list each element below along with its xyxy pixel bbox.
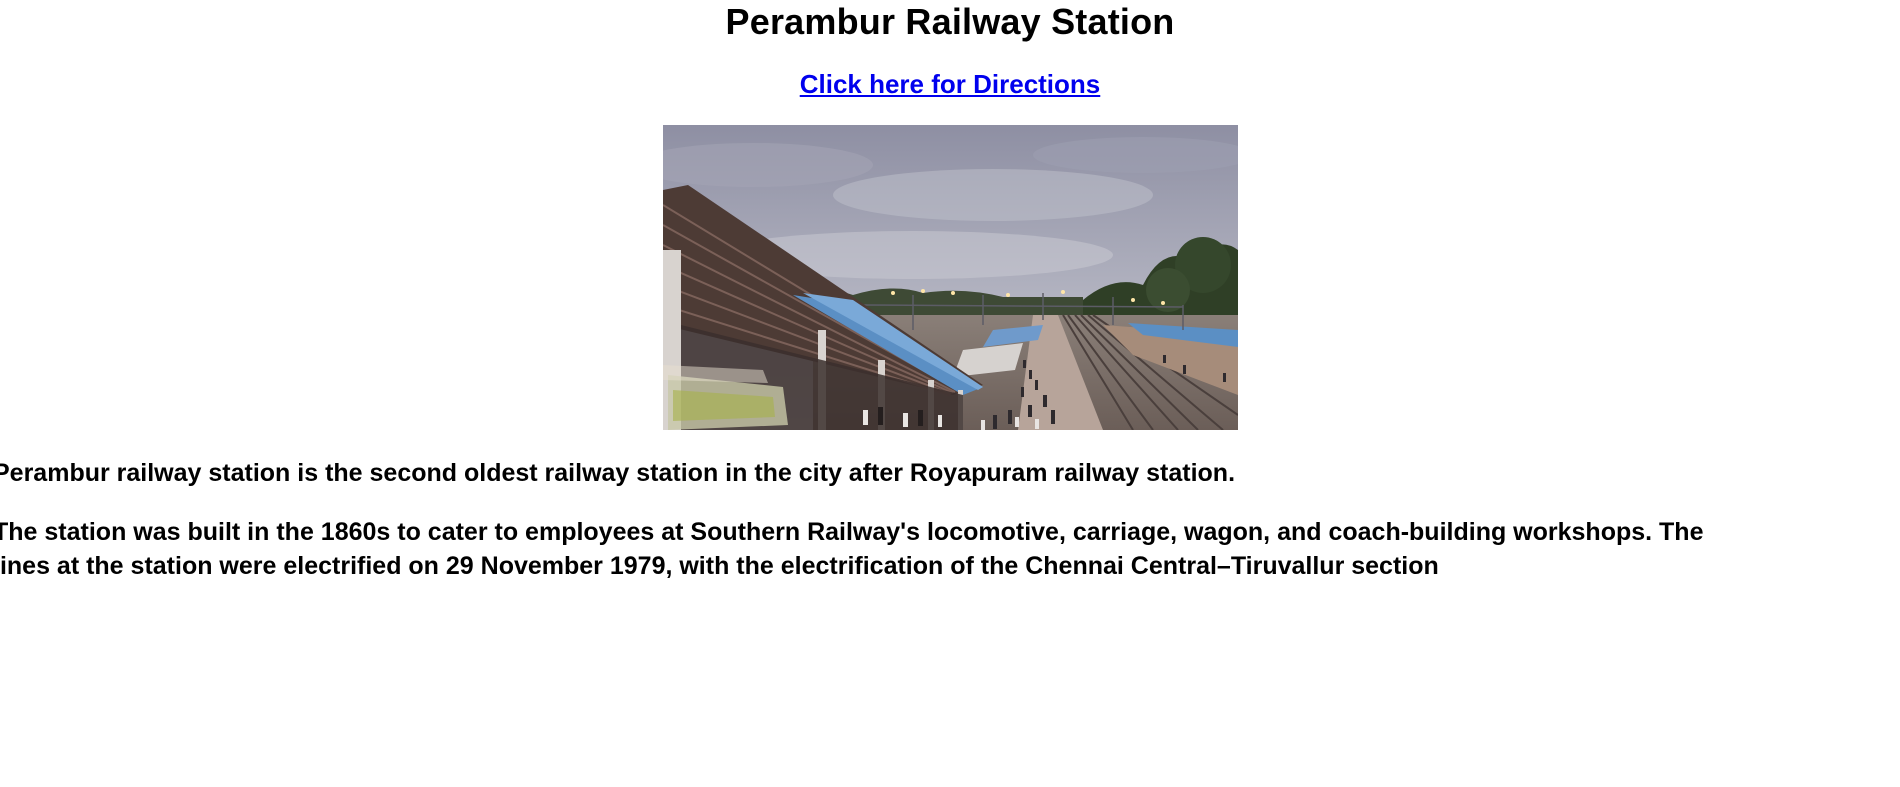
intro-paragraph: Perambur railway station is the second o… bbox=[0, 459, 1236, 487]
directions-link[interactable]: Click here for Directions bbox=[800, 69, 1101, 99]
station-photo bbox=[662, 125, 1238, 430]
page: Perambur Railway Station Click here for … bbox=[0, 0, 1900, 787]
history-paragraph-line-1: The station was built in the 1860s to ca… bbox=[0, 518, 1704, 546]
directions-link-container: Click here for Directions bbox=[0, 68, 1900, 105]
history-paragraph-line-2: lines at the station were electrified on… bbox=[0, 552, 1439, 580]
photo-container bbox=[0, 125, 1900, 430]
page-title: Perambur Railway Station bbox=[725, 1, 1175, 42]
